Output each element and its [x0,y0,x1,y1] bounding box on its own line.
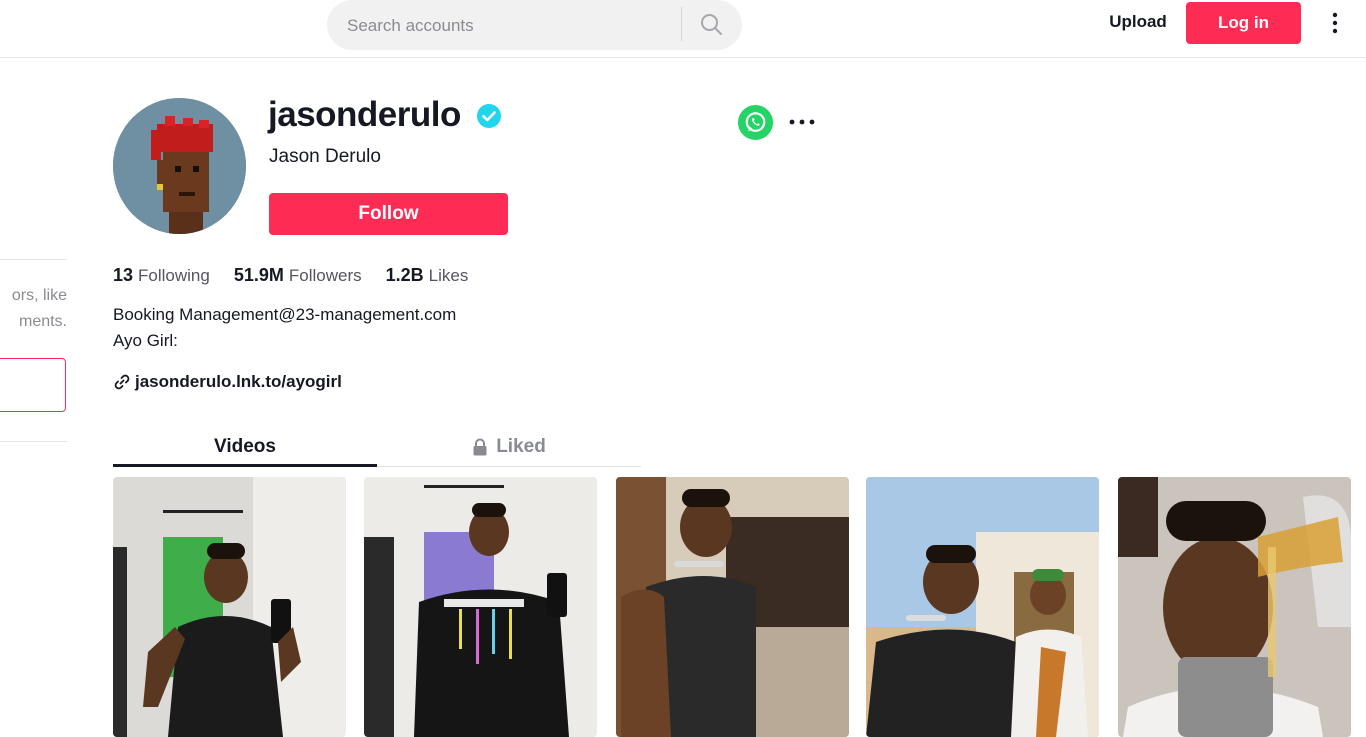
profile-link[interactable]: jasonderulo.lnk.to/ayogirl [113,370,342,394]
login-button[interactable]: Log in [1186,2,1301,44]
following-count: 13 [113,264,134,285]
video-thumbnail[interactable] [1118,477,1351,737]
follow-button[interactable]: Follow [269,193,508,235]
following-label: Following [138,265,210,285]
profile-link-text: jasonderulo.lnk.to/ayogirl [135,372,342,391]
video-thumbnail[interactable] [616,477,849,737]
more-options-button[interactable] [1322,8,1348,38]
verified-badge-icon [477,104,501,128]
video-thumbnail[interactable] [113,477,346,737]
likes-label: Likes [428,265,469,285]
sidebar-divider [0,259,67,260]
tab-liked-label: Liked [496,436,546,457]
lock-icon [473,438,487,456]
video-thumbnail[interactable] [866,477,1099,737]
tab-videos[interactable]: Videos [113,428,377,466]
avatar [113,98,246,234]
sidebar-text-line: ments. [18,313,67,330]
following-stat[interactable]: 13 Following [113,265,210,286]
sidebar-divider [0,441,67,442]
sidebar-login-button[interactable] [0,358,66,412]
active-tab-indicator [113,464,377,467]
upload-button[interactable]: Upload [1100,8,1176,36]
followers-label: Followers [288,265,362,285]
more-horizontal-icon [789,119,815,125]
search-bar[interactable] [327,0,742,50]
more-vertical-icon [1332,12,1338,34]
bio-line: Ayo Girl: [113,331,178,350]
sidebar-login-prompt: ors, like ments. [0,283,67,339]
followers-stat[interactable]: 51.9M Followers [234,265,362,286]
profile-more-button[interactable] [786,110,818,134]
link-icon [114,374,130,390]
search-divider [681,7,682,41]
bio-line: Booking Management@23-management.com [113,305,457,324]
followers-count: 51.9M [233,264,284,285]
profile-stats: 13 Following 51.9M Followers 1.2B Likes [113,262,492,288]
profile-bio: Booking Management@23-management.com Ayo… [113,302,456,354]
search-icon [701,14,722,35]
tab-liked[interactable]: Liked [377,428,641,466]
top-bar: Upload Log in [0,0,1366,58]
video-thumbnail[interactable] [364,477,597,737]
likes-stat: 1.2B Likes [386,265,469,286]
search-input[interactable] [345,12,679,40]
sidebar-text-line: ors, like [11,287,67,304]
profile-display-name: Jason Derulo [269,146,381,167]
likes-count: 1.2B [385,264,424,285]
profile-username: jasonderulo [268,95,461,134]
search-button[interactable] [689,6,733,42]
whatsapp-share-icon[interactable] [738,105,773,140]
